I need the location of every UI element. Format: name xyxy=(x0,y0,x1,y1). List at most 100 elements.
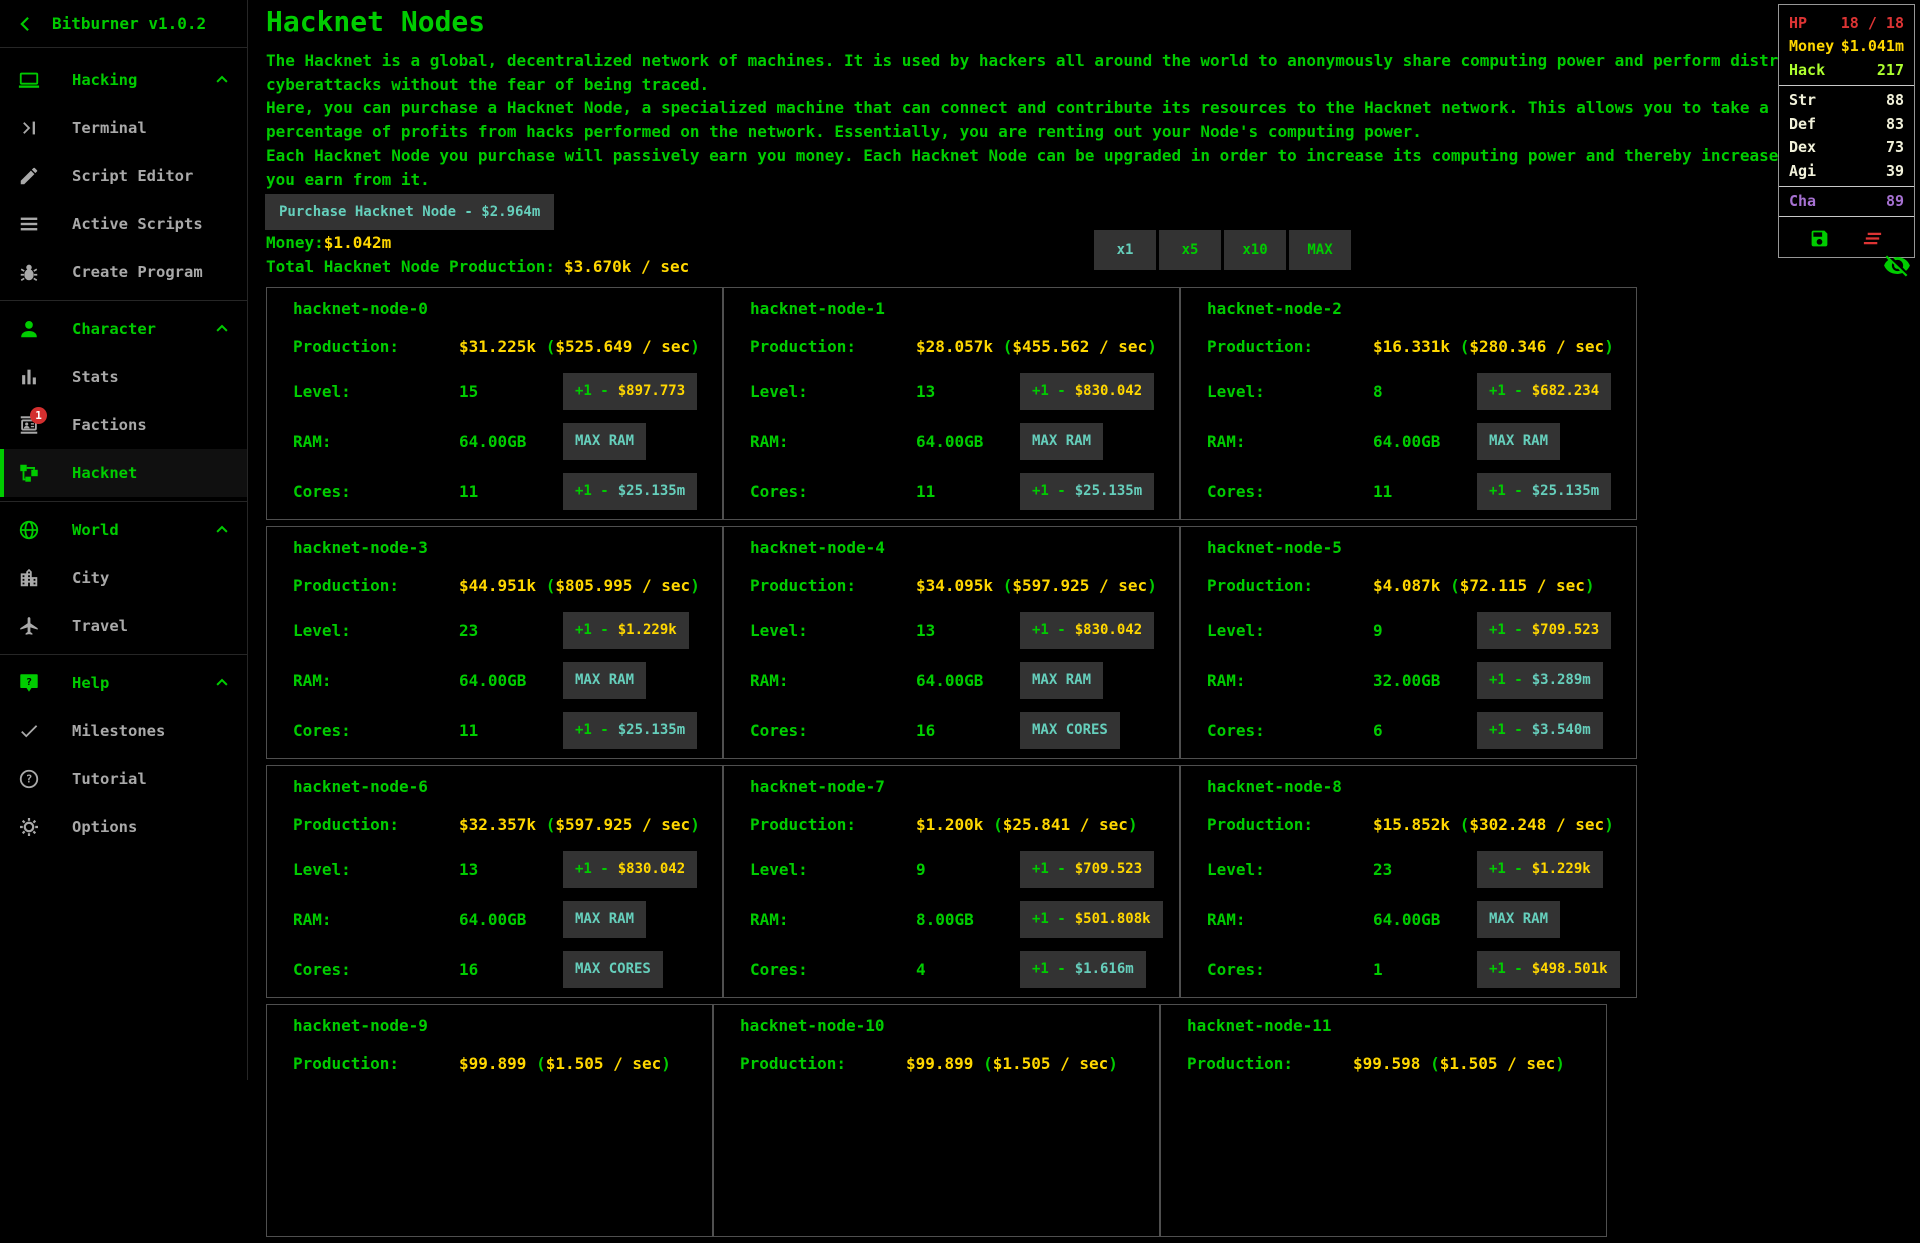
multiplier-x10-button[interactable]: x10 xyxy=(1224,230,1286,270)
upgrade-cores-button[interactable]: +1 -$25.135m xyxy=(563,712,697,749)
divider xyxy=(0,654,247,655)
hacknet-description: The Hacknet is a global, decentralized n… xyxy=(266,49,1920,191)
level-row: Level:9+1 -$709.523 xyxy=(1207,605,1636,655)
upgrade-cores-button[interactable]: +1 -$498.501k xyxy=(1477,951,1620,988)
laptop-icon xyxy=(17,69,41,91)
paren: ( xyxy=(1450,337,1469,356)
kill-scripts-icon[interactable] xyxy=(1861,227,1884,250)
sidebar-item-travel[interactable]: Travel xyxy=(0,602,247,650)
upgrade-level-button[interactable]: +1 -$682.234 xyxy=(1477,373,1611,410)
cores-label: Cores: xyxy=(1207,960,1373,979)
upgrade-ram-max-button[interactable]: MAX RAM xyxy=(1020,662,1103,699)
sidebar-item-options[interactable]: Options xyxy=(0,803,247,851)
sidebar-item-active-scripts[interactable]: Active Scripts xyxy=(0,200,247,248)
cores-row: Cores:4+1 -$1.616m xyxy=(750,944,1179,994)
upgrade-cores-button[interactable]: +1 -$1.616m xyxy=(1020,951,1146,988)
production-row: Production:$28.057k ($455.562 / sec) xyxy=(750,326,1179,366)
upgrade-ram-max-button[interactable]: MAX RAM xyxy=(1477,423,1560,460)
paren: ) xyxy=(1585,576,1595,595)
upgrade-cores-max-button[interactable]: MAX CORES xyxy=(1020,712,1120,749)
sidebar-item-hacknet[interactable]: Hacknet xyxy=(0,449,247,497)
paren: ( xyxy=(983,815,1002,834)
upgrade-prefix: +1 - xyxy=(1489,622,1523,638)
upgrade-level-button[interactable]: +1 -$1.229k xyxy=(1477,851,1603,888)
sidebar-item-factions[interactable]: 1 Factions xyxy=(0,401,247,449)
upgrade-level-button[interactable]: +1 -$897.773 xyxy=(563,373,697,410)
ram-value: 32.00GB xyxy=(1373,671,1477,690)
sidebar-item-milestones[interactable]: Milestones xyxy=(0,707,247,755)
level-label: Level: xyxy=(750,860,916,879)
upgrade-ram-max-button[interactable]: MAX RAM xyxy=(563,423,646,460)
node-name: hacknet-node-10 xyxy=(740,1014,1159,1043)
upgrade-cores-button[interactable]: +1 -$25.135m xyxy=(1020,473,1154,510)
upgrade-cores-button[interactable]: +1 -$3.540m xyxy=(1477,712,1603,749)
sidebar-item-stats[interactable]: Stats xyxy=(0,353,247,401)
total-production-line: Total Hacknet Node Production:$3.670k / … xyxy=(266,257,689,281)
upgrade-ram-max-button[interactable]: MAX RAM xyxy=(563,901,646,938)
sidebar-section-hacking[interactable]: Hacking xyxy=(0,56,247,104)
node-name: hacknet-node-7 xyxy=(750,775,1179,804)
purchase-hacknet-node-button[interactable]: Purchase Hacknet Node - $2.964m xyxy=(265,194,554,230)
production-row: Production:$4.087k ($72.115 / sec) xyxy=(1207,565,1636,605)
upgrade-prefix: +1 - xyxy=(575,722,609,738)
paren: ) xyxy=(1604,337,1614,356)
upgrade-ram-max-button[interactable]: MAX RAM xyxy=(1477,901,1560,938)
upgrade-ram-max-button[interactable]: MAX RAM xyxy=(563,662,646,699)
city-icon xyxy=(17,567,41,589)
sidebar-section-world[interactable]: World xyxy=(0,506,247,554)
upgrade-ram-max-button[interactable]: MAX RAM xyxy=(1020,423,1103,460)
upgrade-price: $830.042 xyxy=(618,861,685,877)
sidebar-item-create-program[interactable]: Create Program xyxy=(0,248,247,296)
node-name: hacknet-node-8 xyxy=(1207,775,1636,804)
cores-label: Cores: xyxy=(1207,721,1373,740)
sidebar-item-terminal[interactable]: Terminal xyxy=(0,104,247,152)
paren: ( xyxy=(536,815,555,834)
upgrade-level-button[interactable]: +1 -$1.229k xyxy=(563,612,689,649)
upgrade-level-button[interactable]: +1 -$830.042 xyxy=(1020,612,1154,649)
paren: ) xyxy=(1604,815,1614,834)
save-icon[interactable] xyxy=(1809,228,1830,249)
production-rate: $805.995 / sec xyxy=(555,576,690,595)
production-value: $99.598 ($1.505 / sec) xyxy=(1353,1054,1565,1073)
multiplier-x1-button[interactable]: x1 xyxy=(1094,230,1156,270)
upgrade-cores-button[interactable]: +1 -$25.135m xyxy=(563,473,697,510)
paren: ) xyxy=(1555,1054,1565,1073)
multiplier-max-button[interactable]: MAX xyxy=(1289,230,1351,270)
pencil-icon xyxy=(17,165,41,187)
production-value: $4.087k ($72.115 / sec) xyxy=(1373,576,1595,595)
eye-off-icon[interactable] xyxy=(1884,252,1911,282)
purchase-multiplier-group: x1 x5 x10 MAX xyxy=(1094,230,1354,270)
collapse-sidebar-icon[interactable] xyxy=(0,14,52,34)
upgrade-price: $498.501k xyxy=(1532,961,1608,977)
upgrade-ram-button[interactable]: +1 -$501.808k xyxy=(1020,901,1163,938)
upgrade-level-button[interactable]: +1 -$709.523 xyxy=(1477,612,1611,649)
upgrade-level-button[interactable]: +1 -$830.042 xyxy=(563,851,697,888)
question-circle-icon: ? xyxy=(17,768,41,790)
production-value: $34.095k ($597.925 / sec) xyxy=(916,576,1157,595)
chevron-up-icon xyxy=(213,674,231,692)
hacknet-node-card: hacknet-node-11Production:$99.598 ($1.50… xyxy=(1160,1004,1607,1237)
ram-row: RAM:8.00GB+1 -$501.808k xyxy=(750,894,1179,944)
ram-label: RAM: xyxy=(1207,910,1373,929)
upgrade-prefix: +1 - xyxy=(1032,861,1066,877)
production-rate: $302.248 / sec xyxy=(1469,815,1604,834)
production-label: Production: xyxy=(293,337,459,356)
level-label: Level: xyxy=(293,621,459,640)
upgrade-prefix: +1 - xyxy=(1489,861,1523,877)
multiplier-x5-button[interactable]: x5 xyxy=(1159,230,1221,270)
level-label: Level: xyxy=(1207,382,1373,401)
hacknet-node-card: hacknet-node-1Production:$28.057k ($455.… xyxy=(723,287,1180,520)
sidebar-item-city[interactable]: City xyxy=(0,554,247,602)
sidebar-item-script-editor[interactable]: Script Editor xyxy=(0,152,247,200)
sidebar-section-help[interactable]: ? Help xyxy=(0,659,247,707)
sidebar-item-tutorial[interactable]: ? Tutorial xyxy=(0,755,247,803)
sidebar-section-character[interactable]: Character xyxy=(0,305,247,353)
upgrade-cores-button[interactable]: +1 -$25.135m xyxy=(1477,473,1611,510)
upgrade-cores-max-button[interactable]: MAX CORES xyxy=(563,951,663,988)
production-row: Production:$99.598 ($1.505 / sec) xyxy=(1187,1043,1606,1083)
upgrade-level-button[interactable]: +1 -$830.042 xyxy=(1020,373,1154,410)
ram-label: RAM: xyxy=(1207,671,1373,690)
upgrade-ram-button[interactable]: +1 -$3.289m xyxy=(1477,662,1603,699)
node-grid-row: hacknet-node-3Production:$44.951k ($805.… xyxy=(266,526,1637,759)
upgrade-level-button[interactable]: +1 -$709.523 xyxy=(1020,851,1154,888)
